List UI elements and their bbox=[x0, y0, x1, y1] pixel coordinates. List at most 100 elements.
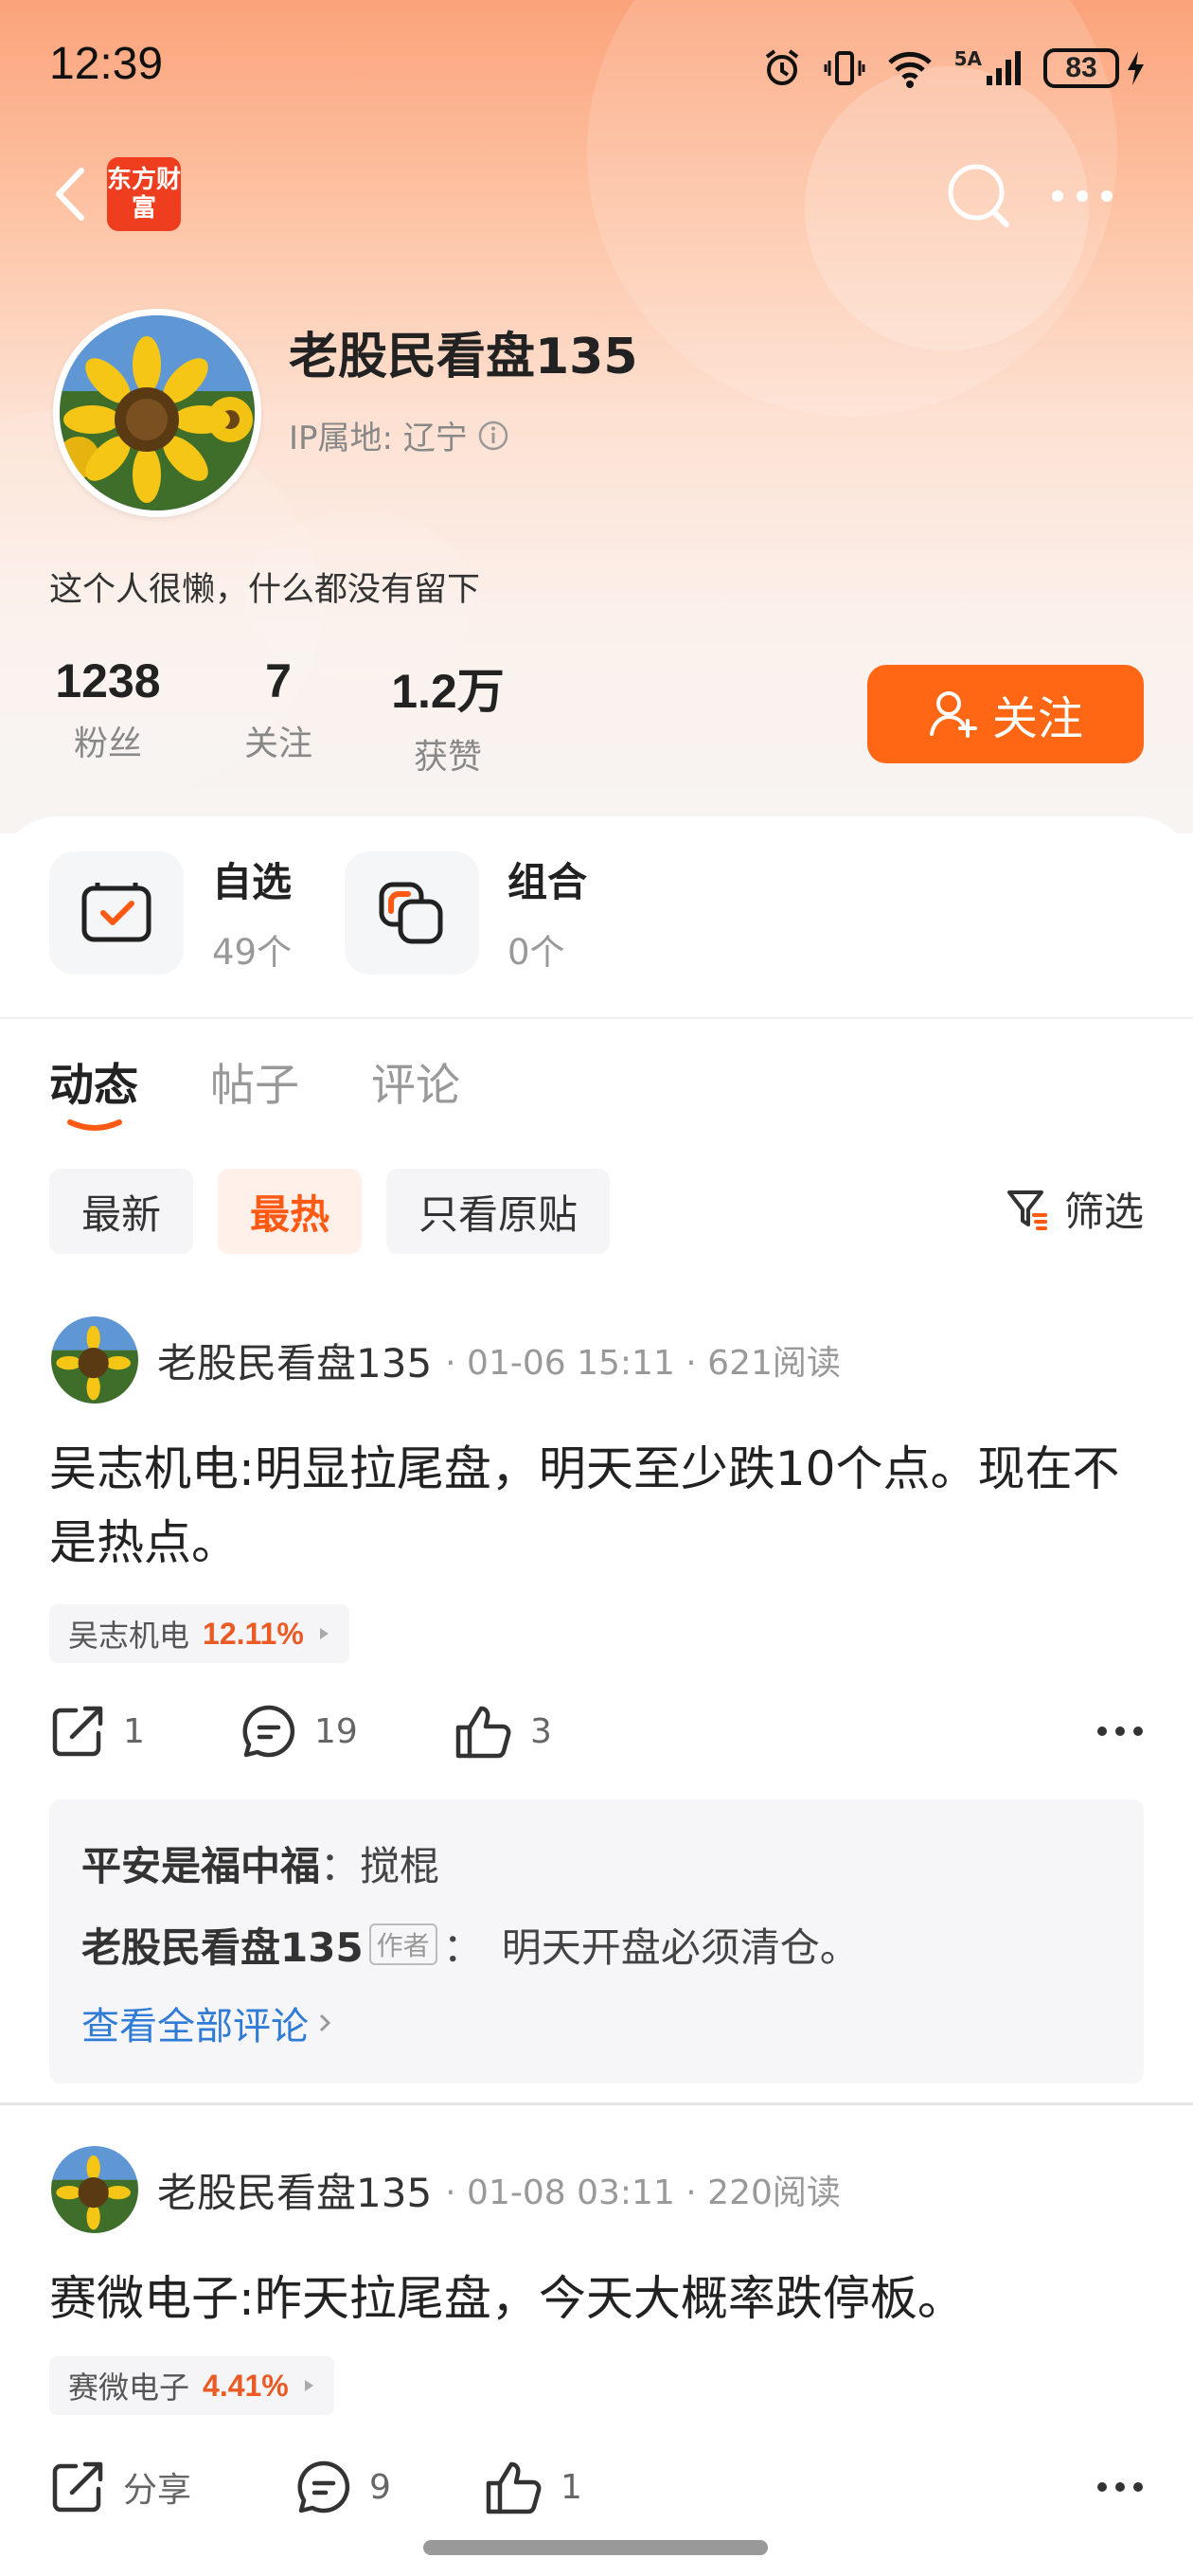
like-count: 3 bbox=[530, 1711, 552, 1751]
filter-button[interactable]: 筛选 bbox=[1006, 1180, 1144, 1238]
chip-hottest[interactable]: 最热 bbox=[218, 1169, 363, 1254]
profile-bio: 这个人很懒，什么都没有留下 bbox=[49, 571, 481, 609]
stock-name: 吴志机电 bbox=[68, 1618, 190, 1654]
stat-label: 粉丝 bbox=[73, 724, 142, 763]
comment-preview-box[interactable]: 平安是福中福： 搅棍 老股民看盘135 作者： 明天开盘必须清仓。 查看全部评论 bbox=[49, 1799, 1144, 2084]
comment-colon: ： bbox=[442, 1923, 483, 1971]
asset-count: 0个 bbox=[507, 932, 565, 973]
post-author-name[interactable]: 老股民看盘135 bbox=[157, 2161, 432, 2219]
profile-stats: 1238 粉丝 7 关注 1.2万 获赞 bbox=[49, 653, 509, 778]
back-button[interactable] bbox=[47, 161, 95, 227]
author-badge: 作者 bbox=[368, 1923, 437, 1965]
comment-preview[interactable]: 老股民看盘135 作者： 明天开盘必须清仓。 bbox=[81, 1904, 1112, 1985]
tab-posts[interactable]: 帖子 bbox=[210, 1048, 299, 1114]
vibrate-icon bbox=[824, 51, 865, 85]
stock-tag[interactable]: 吴志机电 12.11% bbox=[49, 1604, 349, 1663]
share-button[interactable]: 分享 bbox=[49, 2459, 295, 2515]
like-button[interactable]: 1 bbox=[485, 2459, 582, 2515]
triangle-right-icon bbox=[319, 1628, 329, 1639]
filter-icon bbox=[1006, 1190, 1047, 1230]
more-horizontal-icon bbox=[1097, 1726, 1143, 1736]
comment-user[interactable]: 老股民看盘135 bbox=[81, 1916, 364, 1974]
more-options-button[interactable] bbox=[1049, 185, 1115, 207]
status-bar: 12:39 5A 83 bbox=[0, 0, 1193, 142]
stat-likes[interactable]: 1.2万 获赞 bbox=[386, 653, 509, 778]
battery-level: 83 bbox=[1043, 48, 1119, 88]
comment-count: 19 bbox=[314, 1711, 358, 1751]
stock-tag[interactable]: 赛微电子 4.41% bbox=[49, 2356, 334, 2415]
divider bbox=[0, 1017, 1193, 1019]
profile-avatar[interactable] bbox=[53, 309, 261, 517]
comment-button[interactable]: 9 bbox=[295, 2459, 485, 2515]
stock-change: 4.41% bbox=[203, 2368, 289, 2403]
view-all-comments-link[interactable]: 查看全部评论 bbox=[81, 1985, 1112, 2061]
share-button[interactable]: 1 bbox=[49, 1703, 240, 1760]
stat-followers[interactable]: 1238 粉丝 bbox=[49, 653, 167, 778]
follow-label: 关注 bbox=[991, 692, 1083, 745]
post-content[interactable]: 赛微电子:昨天拉尾盘，今天大概率跌停板。 bbox=[49, 2262, 1148, 2335]
stat-value: 1238 bbox=[55, 654, 161, 707]
asset-title: 自选 bbox=[212, 859, 293, 905]
triangle-right-icon bbox=[304, 2380, 313, 2391]
like-button[interactable]: 3 bbox=[454, 1703, 552, 1760]
portfolio-card[interactable]: 组合 0个 bbox=[345, 850, 587, 975]
stat-following[interactable]: 7 关注 bbox=[220, 653, 337, 778]
comment-user[interactable]: 平安是福中福 bbox=[81, 1834, 320, 1892]
post-avatar[interactable] bbox=[49, 2144, 140, 2235]
post-content[interactable]: 吴志机电:明显拉尾盘，明天至少跌10个点。现在不是热点。 bbox=[49, 1432, 1148, 1580]
comment-icon bbox=[297, 2460, 350, 2513]
stock-change: 12.11% bbox=[203, 1616, 304, 1651]
filter-chips: 最新 最热 只看原贴 bbox=[49, 1169, 611, 1254]
post-more-button[interactable] bbox=[1096, 2478, 1144, 2496]
chip-original-only[interactable]: 只看原贴 bbox=[386, 1169, 611, 1254]
wifi-icon bbox=[887, 51, 932, 88]
chip-latest[interactable]: 最新 bbox=[49, 1169, 194, 1254]
post-more-button[interactable] bbox=[1096, 1723, 1144, 1741]
info-icon[interactable] bbox=[477, 420, 509, 452]
comment-text: 明天开盘必须清仓。 bbox=[501, 1923, 860, 1971]
portfolio-text: 组合 0个 bbox=[507, 850, 587, 975]
post-actions: 分享 9 1 bbox=[49, 2459, 1144, 2515]
post-meta: · 01-08 03:11 · 220阅读 bbox=[445, 2174, 841, 2212]
search-button[interactable] bbox=[945, 161, 1013, 229]
post-meta: · 01-06 15:11 · 621阅读 bbox=[445, 1344, 841, 1383]
comment-colon: ： bbox=[320, 1842, 361, 1889]
asset-title: 组合 bbox=[507, 859, 588, 905]
tab-comments[interactable]: 评论 bbox=[371, 1048, 460, 1114]
post-author-row[interactable]: 老股民看盘135 · 01-08 03:11 · 220阅读 bbox=[49, 2144, 841, 2235]
post-avatar[interactable] bbox=[49, 1315, 140, 1405]
thumbs-up-icon bbox=[486, 2461, 542, 2514]
network-type: 5A bbox=[953, 47, 982, 70]
portfolio-icon bbox=[379, 882, 443, 943]
post-divider bbox=[0, 2102, 1193, 2105]
post-author-row[interactable]: 老股民看盘135 · 01-06 15:11 · 621阅读 bbox=[49, 1315, 841, 1405]
chevron-left-icon bbox=[56, 168, 84, 221]
watchlist-card[interactable]: 自选 49个 bbox=[49, 850, 292, 975]
app-logo: 东方财富 bbox=[107, 157, 181, 231]
watchlist-icon-box bbox=[49, 850, 184, 975]
more-horizontal-icon bbox=[1052, 190, 1113, 202]
asset-count: 49个 bbox=[212, 932, 293, 973]
stat-value: 1.2万 bbox=[391, 665, 505, 718]
chevron-right-icon bbox=[319, 2013, 331, 2032]
stat-label: 关注 bbox=[243, 724, 312, 763]
home-indicator[interactable] bbox=[423, 2540, 768, 2555]
alarm-icon bbox=[765, 49, 798, 85]
more-horizontal-icon bbox=[1097, 2481, 1143, 2492]
filter-label: 筛选 bbox=[1063, 1189, 1144, 1235]
comment-button[interactable]: 19 bbox=[240, 1703, 454, 1760]
ip-location-text: IP属地: 辽宁 bbox=[289, 420, 468, 457]
post-author-name[interactable]: 老股民看盘135 bbox=[157, 1332, 432, 1389]
watchlist-text: 自选 49个 bbox=[212, 850, 292, 975]
share-label: 分享 bbox=[123, 2471, 192, 2510]
like-count: 1 bbox=[561, 2467, 582, 2507]
stat-label: 获赞 bbox=[413, 738, 482, 777]
comment-preview[interactable]: 平安是福中福： 搅棍 bbox=[81, 1822, 1112, 1904]
stock-name: 赛微电子 bbox=[68, 2370, 190, 2406]
add-user-icon bbox=[929, 691, 977, 738]
follow-button[interactable]: 关注 bbox=[867, 665, 1144, 763]
ip-location: IP属地: 辽宁 bbox=[289, 412, 509, 458]
view-all-label: 查看全部评论 bbox=[81, 2005, 309, 2048]
watchlist-check-icon bbox=[81, 882, 151, 941]
tab-activity[interactable]: 动态 bbox=[49, 1048, 138, 1131]
